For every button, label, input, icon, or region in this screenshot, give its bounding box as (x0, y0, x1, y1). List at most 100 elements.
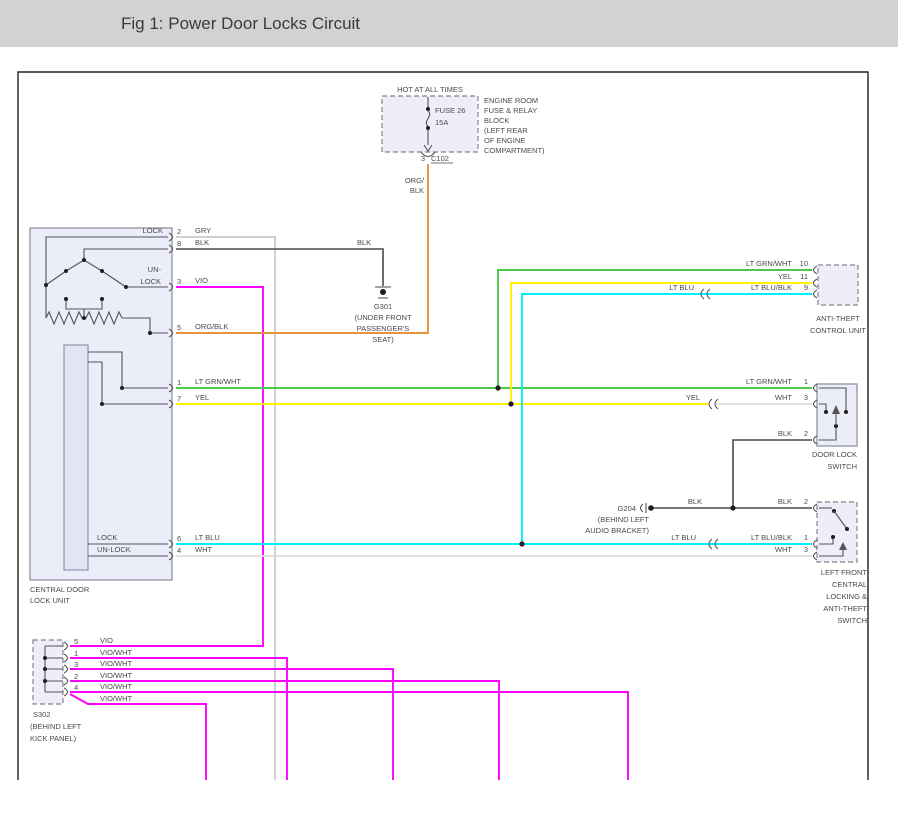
svg-text:7: 7 (177, 394, 181, 403)
unit-name-line1: CENTRAL DOOR (30, 585, 90, 594)
door-lock-switch: LT GRN/WHT 1 YEL WHT 3 BLK 2 DOOR LOCK S… (686, 377, 857, 471)
wire-label: LT GRN/WHT (746, 259, 792, 268)
svg-text:VIO/WHT: VIO/WHT (100, 682, 132, 691)
svg-text:YEL: YEL (195, 393, 209, 402)
lock-bottom-label: LOCK (97, 533, 117, 542)
unlock-label-1: UN- (148, 265, 162, 274)
pin-numbers: 5 1 3 2 4 (74, 637, 78, 692)
pin-number: 11 (800, 272, 808, 281)
svg-text:(LEFT REAR: (LEFT REAR (484, 126, 528, 135)
unlock-label-2: LOCK (141, 277, 161, 286)
svg-text:SEAT): SEAT) (372, 335, 394, 344)
svg-text:ANTI-THEFT: ANTI-THEFT (823, 604, 867, 613)
svg-text:6: 6 (177, 534, 181, 543)
pin-number: 1 (804, 377, 808, 386)
svg-text:GRY: GRY (195, 226, 211, 235)
svg-text:LOCKING &: LOCKING & (826, 592, 867, 601)
svg-text:BLK: BLK (195, 238, 209, 247)
svg-text:5: 5 (74, 637, 78, 646)
wiring-diagram: HOT AT ALL TIMES FUSE 26 15A 3 C102 ORG/… (0, 47, 898, 813)
wire-label: LT BLU/BLK (751, 533, 792, 542)
svg-text:VIO/WHT: VIO/WHT (100, 694, 132, 703)
pin-number: 1 (804, 533, 808, 542)
svg-text:SWITCH: SWITCH (837, 616, 867, 625)
svg-text:COMPARTMENT): COMPARTMENT) (484, 146, 545, 155)
left-front-central-locking-switch: BLK 2 LT BLU LT BLU/BLK 1 WHT 3 LEFT FRO… (671, 497, 867, 625)
fuse-block-box (382, 96, 478, 152)
wire-label-left: LT BLU (669, 283, 694, 292)
ground-name: G204 (618, 504, 636, 513)
ground-icon (641, 503, 654, 513)
svg-text:4: 4 (74, 683, 78, 692)
wire-label-org: ORG/ (405, 176, 425, 185)
ground-g204: G204 (BEHIND LEFT AUDIO BRACKET) BLK (585, 497, 702, 535)
wire-vio-wht-5 (70, 694, 206, 780)
pin-number: 2 (804, 429, 808, 438)
unit-name-line2: LOCK UNIT (30, 596, 70, 605)
svg-text:1: 1 (74, 649, 78, 658)
svg-text:VIO: VIO (195, 276, 208, 285)
pin-numbers: 2 8 3 5 1 7 6 4 (177, 227, 181, 555)
wire-label-left: YEL (686, 393, 700, 402)
wire-gry (176, 237, 275, 780)
unlock-bottom-label: UN-LOCK (97, 545, 131, 554)
wire-label-left: LT BLU (671, 533, 696, 542)
svg-text:8: 8 (177, 239, 181, 248)
pin-number: 3 (804, 393, 808, 402)
connector-arc-icon (709, 399, 712, 409)
svg-text:ENGINE ROOM: ENGINE ROOM (484, 96, 538, 105)
fuse-name: FUSE 26 (435, 106, 465, 115)
svg-text:PASSENGER'S: PASSENGER'S (357, 324, 410, 333)
svg-text:FUSE & RELAY: FUSE & RELAY (484, 106, 537, 115)
svg-text:LT GRN/WHT: LT GRN/WHT (195, 377, 241, 386)
svg-text:VIO/WHT: VIO/WHT (100, 659, 132, 668)
svg-text:LEFT FRONT: LEFT FRONT (821, 568, 868, 577)
svg-text:VIO: VIO (100, 636, 113, 645)
svg-text:3: 3 (74, 660, 78, 669)
pin-number: 10 (800, 259, 808, 268)
unit-name-line1: ANTI-THEFT (816, 314, 860, 323)
pin-number: 2 (804, 497, 808, 506)
wire-label-blk: BLK (410, 186, 424, 195)
actuator-rect (64, 345, 88, 570)
wire-label: LT GRN/WHT (746, 377, 792, 386)
svg-text:CENTRAL: CENTRAL (832, 580, 867, 589)
svg-text:4: 4 (177, 546, 181, 555)
hot-label: HOT AT ALL TIMES (397, 85, 463, 94)
svg-text:ORG/BLK: ORG/BLK (195, 322, 228, 331)
door-lock-switch-box (817, 384, 857, 446)
svg-text:LT BLU: LT BLU (195, 533, 220, 542)
pin-arcs (64, 642, 68, 696)
connector-c102-link[interactable]: C102 (431, 154, 449, 163)
svg-text:OF ENGINE: OF ENGINE (484, 136, 525, 145)
title-bar: Fig 1: Power Door Locks Circuit (0, 0, 898, 47)
svg-text:KICK PANEL): KICK PANEL) (30, 734, 77, 743)
wire-lt-blu-blk-top (522, 294, 812, 544)
wire-label: BLK (778, 497, 792, 506)
svg-text:VIO/WHT: VIO/WHT (100, 648, 132, 657)
svg-text:AUDIO BRACKET): AUDIO BRACKET) (585, 526, 649, 535)
anti-theft-box (818, 265, 858, 305)
junction-dot (495, 385, 500, 390)
switch-name-line1: DOOR LOCK (812, 450, 857, 459)
svg-text:2: 2 (74, 672, 78, 681)
fuse-rating: 15A (435, 118, 448, 127)
junction-dot (519, 541, 524, 546)
svg-text:(UNDER FRONT: (UNDER FRONT (354, 313, 411, 322)
pin-arcs (814, 266, 818, 298)
s302-box (33, 640, 63, 704)
engine-room-fuse-block: HOT AT ALL TIMES FUSE 26 15A 3 C102 ORG/… (382, 85, 545, 195)
wire-label: YEL (778, 272, 792, 281)
svg-text:5: 5 (177, 323, 181, 332)
junction-dot (730, 505, 735, 510)
ground-name: G301 (374, 302, 392, 311)
fuse-pin: 3 (421, 154, 425, 163)
svg-text:(BEHIND LEFT: (BEHIND LEFT (598, 515, 650, 524)
svg-text:WHT: WHT (195, 545, 212, 554)
wire-label-blk: BLK (688, 497, 702, 506)
connector-name: S302 (33, 710, 51, 719)
unit-name-line2: CONTROL UNIT (810, 326, 866, 335)
junction-dot (508, 401, 513, 406)
wire-label: LT BLU/BLK (751, 283, 792, 292)
wire-label-blk: BLK (357, 238, 371, 247)
